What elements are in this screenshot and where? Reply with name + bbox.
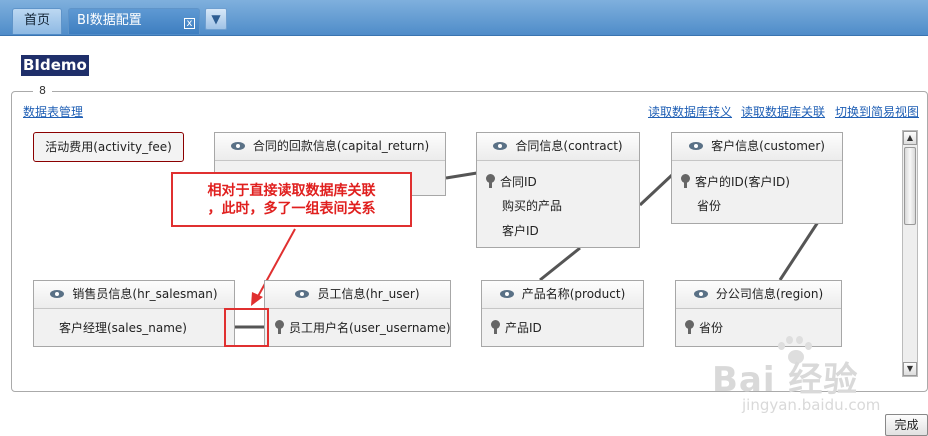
field-label: 省份	[697, 199, 722, 213]
field-row[interactable]: 客户经理(sales_name)	[59, 319, 187, 337]
table-header[interactable]: 合同信息(contract)	[477, 133, 639, 161]
field-row[interactable]: 产品ID	[491, 319, 542, 337]
vertical-scrollbar[interactable]: ▲ ▼	[902, 130, 918, 377]
scroll-up-arrow-icon[interactable]: ▲	[903, 131, 917, 145]
field-label: 产品ID	[505, 321, 542, 335]
field-row[interactable]: 客户的ID(客户ID)	[681, 173, 790, 191]
relation-line-customer-region	[778, 221, 820, 281]
table-title: 分公司信息(region)	[715, 287, 824, 301]
table-customer[interactable]: 客户信息(customer) 客户的ID(客户ID) 省份	[671, 132, 843, 224]
scroll-down-arrow-icon[interactable]: ▼	[903, 362, 917, 376]
field-row[interactable]: 省份	[697, 197, 721, 215]
watermark-url: jingyan.baidu.com	[742, 396, 881, 414]
table-header[interactable]: 产品名称(product)	[482, 281, 643, 309]
callout-line-2: ，此时，多了一组表间关系	[207, 201, 376, 217]
relation-line-contract-customer	[638, 173, 674, 207]
table-title: 产品名称(product)	[521, 287, 626, 301]
table-title: 销售员信息(hr_salesman)	[72, 287, 218, 301]
table-header[interactable]: 合同的回款信息(capital_return)	[215, 133, 445, 161]
table-contract[interactable]: 合同信息(contract) 合同ID 购买的产品 客户ID	[476, 132, 640, 248]
table-title: 合同信息(contract)	[515, 139, 623, 153]
key-icon	[275, 319, 284, 334]
eye-icon[interactable]	[50, 289, 65, 298]
key-icon	[491, 319, 500, 334]
field-row[interactable]: 购买的产品	[502, 197, 562, 215]
table-title: 合同的回款信息(capital_return)	[252, 139, 430, 153]
table-activity-fee[interactable]: 活动费用(activity_fee)	[33, 132, 184, 162]
field-label: 员工用户名(user_username)	[289, 321, 451, 335]
field-label: 客户经理(sales_name)	[59, 321, 187, 335]
annotation-callout: 相对于直接读取数据库关联 ，此时，多了一组表间关系	[171, 172, 412, 227]
new-relation-highlight-box	[224, 308, 269, 347]
relation-line-capital-contract	[445, 171, 478, 180]
field-row[interactable]: 员工用户名(user_username)	[275, 319, 451, 337]
relation-line-contract-product	[539, 246, 581, 282]
field-row[interactable]: 合同ID	[486, 173, 537, 191]
field-label: 合同ID	[500, 175, 537, 189]
key-icon	[681, 173, 690, 188]
table-header[interactable]: 客户信息(customer)	[672, 133, 842, 161]
eye-icon[interactable]	[499, 289, 514, 298]
field-row[interactable]: 客户ID	[502, 222, 539, 240]
key-icon	[685, 319, 694, 334]
scroll-thumb[interactable]	[904, 147, 916, 225]
field-label: 客户ID	[502, 224, 539, 238]
callout-arrow-head	[251, 292, 263, 306]
watermark-brand: Bai 经验	[712, 360, 859, 400]
table-hr-user[interactable]: 员工信息(hr_user) 员工用户名(user_username)	[264, 280, 451, 347]
field-label: 省份	[699, 321, 724, 335]
table-hr-salesman[interactable]: 销售员信息(hr_salesman) 客户经理(sales_name)	[33, 280, 235, 347]
eye-icon[interactable]	[230, 141, 245, 150]
table-header[interactable]: 销售员信息(hr_salesman)	[34, 281, 234, 309]
eye-icon[interactable]	[295, 289, 310, 298]
callout-line-1: 相对于直接读取数据库关联	[207, 183, 376, 199]
done-button[interactable]: 完成	[885, 414, 928, 436]
eye-icon[interactable]	[693, 289, 708, 298]
table-product[interactable]: 产品名称(product) 产品ID	[481, 280, 644, 347]
key-icon	[486, 173, 495, 188]
field-label: 购买的产品	[502, 199, 563, 213]
table-title: 员工信息(hr_user)	[317, 287, 420, 301]
table-title: 客户信息(customer)	[711, 139, 825, 153]
eye-icon[interactable]	[493, 141, 508, 150]
table-header[interactable]: 分公司信息(region)	[676, 281, 841, 309]
baidu-jingyan-watermark: Bai 经验 jingyan.baidu.com	[712, 334, 902, 424]
table-header[interactable]: 员工信息(hr_user)	[265, 281, 450, 309]
eye-icon[interactable]	[689, 141, 704, 150]
field-label: 客户的ID(客户ID)	[695, 175, 790, 189]
